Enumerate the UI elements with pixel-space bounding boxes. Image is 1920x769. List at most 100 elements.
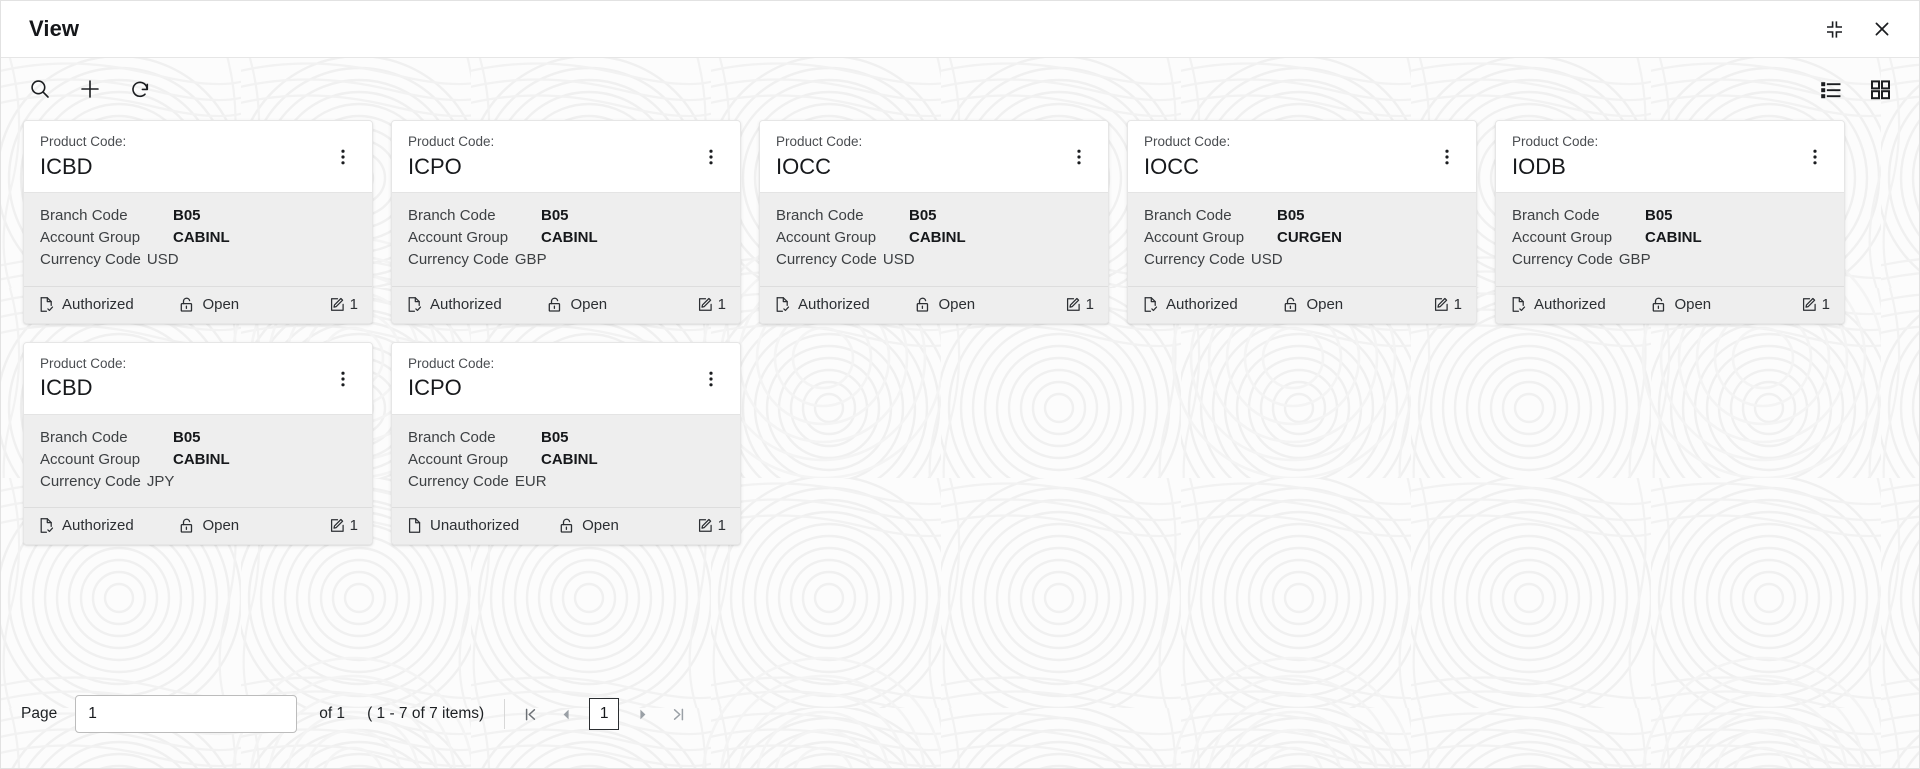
account-group-label: Account Group [40, 449, 173, 471]
branch-code-label: Branch Code [408, 205, 541, 227]
currency-code-value: USD [1251, 249, 1283, 271]
window-controls [1819, 14, 1897, 44]
currency-code-row: Currency CodeUSD [40, 249, 356, 271]
content-toolbar [1, 58, 1919, 120]
version-badge[interactable]: 1 [1801, 296, 1830, 313]
branch-code-row: Branch CodeB05 [40, 205, 356, 227]
version-badge[interactable]: 1 [697, 296, 726, 313]
version-badge[interactable]: 1 [1433, 296, 1462, 313]
lock-status-label: Open [582, 517, 619, 534]
document-check-icon [774, 296, 791, 313]
product-card[interactable]: Product Code:IODBBranch CodeB05Account G… [1495, 120, 1845, 324]
window-body: Product Code:ICBDBranch CodeB05Account G… [1, 58, 1919, 768]
add-icon[interactable] [73, 72, 107, 106]
document-icon [406, 517, 423, 534]
refresh-icon[interactable] [123, 72, 157, 106]
product-card[interactable]: Product Code:ICBD Branch CodeB05Account G… [23, 342, 373, 546]
account-group-row: Account GroupCURGEN [1144, 227, 1460, 249]
card-header-text: Product Code:IOCC [1144, 132, 1434, 180]
lock-status-badge: Open [1282, 296, 1343, 313]
product-code-label: Product Code: [776, 132, 1066, 152]
account-group-value: CABINL [541, 449, 598, 471]
edit-square-icon[interactable] [329, 296, 346, 313]
product-card-grid: Product Code:ICBDBranch CodeB05Account G… [1, 120, 1919, 660]
account-group-value: CABINL [1645, 227, 1702, 249]
first-page-icon[interactable] [513, 697, 547, 731]
product-card[interactable]: Product Code:IOCC Branch CodeB05Account G… [1127, 120, 1477, 324]
page-1-button[interactable]: 1 [589, 698, 619, 730]
document-check-icon [406, 296, 423, 313]
window-titlebar: View [1, 1, 1919, 58]
list-view-icon[interactable] [1813, 72, 1847, 106]
account-group-row: Account GroupCABINL [1512, 227, 1828, 249]
kebab-menu-icon[interactable] [698, 364, 724, 394]
status-label: Authorized [62, 296, 134, 313]
branch-code-value: B05 [173, 427, 201, 449]
edit-square-icon[interactable] [697, 296, 714, 313]
card-header: Product Code:IOCC [760, 121, 1108, 192]
account-group-label: Account Group [40, 227, 173, 249]
edit-square-icon[interactable] [1065, 296, 1082, 313]
version-badge[interactable]: 1 [1065, 296, 1094, 313]
unlock-icon [558, 517, 575, 534]
branch-code-label: Branch Code [1144, 205, 1277, 227]
edit-square-icon[interactable] [697, 517, 714, 534]
card-footer: Authorized Open 1 [392, 286, 740, 323]
edit-square-icon[interactable] [329, 517, 346, 534]
status-badge: Authorized [406, 296, 502, 313]
account-group-label: Account Group [1512, 227, 1645, 249]
card-header-text: Product Code:ICPO [408, 132, 698, 180]
close-icon[interactable] [1867, 14, 1897, 44]
kebab-menu-icon[interactable] [1066, 142, 1092, 172]
currency-code-label: Currency Code [1144, 249, 1251, 271]
version-badge[interactable]: 1 [329, 517, 358, 534]
status-label: Authorized [430, 296, 502, 313]
kebab-menu-icon[interactable] [1802, 142, 1828, 172]
lock-status-badge: Open [1650, 296, 1711, 313]
branch-code-value: B05 [541, 205, 569, 227]
product-card[interactable]: Product Code:ICPOBranch CodeB05Account G… [391, 342, 741, 546]
account-group-label: Account Group [408, 449, 541, 471]
currency-code-value: USD [147, 249, 179, 271]
kebab-menu-icon[interactable] [330, 142, 356, 172]
kebab-menu-icon[interactable] [698, 142, 724, 172]
card-header: Product Code:ICBD [24, 121, 372, 192]
product-card[interactable]: Product Code:ICPO Branch CodeB05Account G… [391, 120, 741, 324]
product-code-value: ICBD [40, 374, 330, 402]
product-code-value: ICBD [40, 153, 330, 181]
lock-status-badge: Open [546, 296, 607, 313]
version-badge[interactable]: 1 [697, 517, 726, 534]
pagination-divider [504, 699, 505, 729]
document-check-icon [38, 296, 55, 313]
previous-page-icon[interactable] [549, 697, 583, 731]
version-badge[interactable]: 1 [329, 296, 358, 313]
kebab-menu-icon[interactable] [1434, 142, 1460, 172]
unlock-icon [1650, 296, 1667, 313]
branch-code-row: Branch CodeB05 [408, 205, 724, 227]
branch-code-row: Branch CodeB05 [1144, 205, 1460, 227]
card-body: Branch CodeB05Account GroupCABINLCurrenc… [392, 192, 740, 286]
page-number-input[interactable] [75, 695, 297, 733]
minimize-restore-icon[interactable] [1819, 14, 1849, 44]
document-check-icon [1142, 296, 1159, 313]
product-code-label: Product Code: [40, 354, 330, 374]
product-card[interactable]: Product Code:ICBD Branch CodeB05Account G… [23, 120, 373, 324]
branch-code-row: Branch CodeB05 [776, 205, 1092, 227]
grid-view-icon[interactable] [1863, 72, 1897, 106]
product-code-label: Product Code: [1144, 132, 1434, 152]
pagination-buttons: 1 [513, 697, 695, 731]
search-icon[interactable] [23, 72, 57, 106]
edit-square-icon[interactable] [1801, 296, 1818, 313]
branch-code-value: B05 [1645, 205, 1673, 227]
card-body: Branch CodeB05Account GroupCABINLCurrenc… [24, 414, 372, 508]
branch-code-row: Branch CodeB05 [40, 427, 356, 449]
last-page-icon[interactable] [661, 697, 695, 731]
kebab-menu-icon[interactable] [330, 364, 356, 394]
lock-status-label: Open [938, 296, 975, 313]
currency-code-row: Currency CodeUSD [776, 249, 1092, 271]
pagination-bar: Page of 1 ( 1 - 7 of 7 items) [1, 660, 1919, 768]
product-card[interactable]: Product Code:IOCCBranch CodeB05Account G… [759, 120, 1109, 324]
next-page-icon[interactable] [625, 697, 659, 731]
edit-square-icon[interactable] [1433, 296, 1450, 313]
card-footer: AuthorizedOpen1 [1496, 286, 1844, 323]
